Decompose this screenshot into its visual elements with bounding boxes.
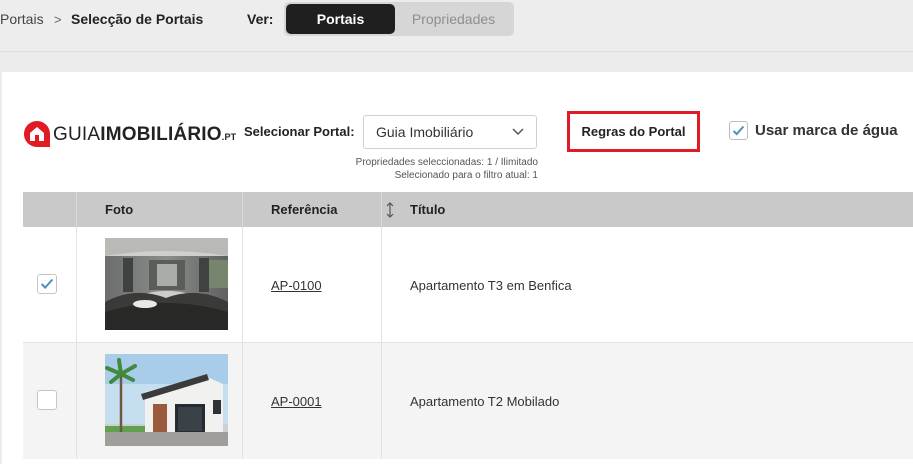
row-checkbox[interactable]: [37, 390, 57, 410]
table-row[interactable]: AP-0100 Apartamento T3 em Benfica: [23, 227, 913, 343]
column-divider: [381, 343, 382, 459]
property-reference-link[interactable]: AP-0001: [271, 394, 322, 409]
property-photo: [105, 354, 228, 446]
selection-stats: Propriedades seleccionadas: 1 / Ilimitad…: [356, 156, 538, 182]
property-title: Apartamento T3 em Benfica: [410, 278, 572, 293]
column-divider: [242, 343, 243, 459]
checkmark-icon: [40, 278, 54, 290]
header-divider: [242, 192, 243, 227]
sort-icon[interactable]: [385, 202, 395, 218]
property-photo: [105, 238, 228, 330]
living-room-photo: [105, 238, 228, 330]
property-reference-link[interactable]: AP-0100: [271, 278, 322, 293]
view-option-portais[interactable]: Portais: [286, 4, 395, 34]
house-pin-icon: [24, 121, 50, 147]
top-bar: Portais > Selecção de Portais Ver: Porta…: [0, 0, 913, 52]
watermark-label: Usar marca de água: [755, 122, 898, 139]
table-header: Foto Referência Título: [23, 192, 913, 227]
column-header-foto: Foto: [105, 202, 134, 217]
column-divider: [381, 227, 382, 342]
checkmark-icon: [732, 125, 745, 136]
filter-count-text: Selecionado para o filtro atual: 1: [394, 170, 538, 181]
column-header-titulo: Título: [410, 202, 446, 217]
view-option-propriedades[interactable]: Propriedades: [395, 4, 512, 34]
row-checkbox[interactable]: [37, 274, 57, 294]
breadcrumb-root-link[interactable]: Portais: [0, 11, 44, 27]
portal-select-label: Selecionar Portal:: [244, 124, 355, 139]
column-divider: [76, 343, 77, 459]
column-divider: [76, 227, 77, 342]
column-divider: [242, 227, 243, 342]
breadcrumb-separator: >: [54, 12, 62, 27]
selected-count-text: Propriedades seleccionadas: 1 / Ilimitad…: [355, 157, 538, 168]
logo-text: GUIAIMOBILIÁRIO.PT: [53, 123, 237, 145]
portal-rules-button[interactable]: Regras do Portal: [567, 111, 700, 152]
portal-select-value: Guia Imobiliário: [376, 124, 474, 140]
view-toggle: Portais Propriedades: [284, 2, 514, 36]
watermark-option[interactable]: Usar marca de água: [729, 121, 898, 140]
breadcrumb-current: Selecção de Portais: [71, 11, 204, 27]
header-divider: [76, 192, 77, 227]
house-exterior-photo: [105, 354, 228, 446]
watermark-checkbox[interactable]: [729, 121, 748, 140]
guia-imobiliario-logo: GUIAIMOBILIÁRIO.PT: [23, 119, 236, 149]
header-divider: [381, 192, 382, 227]
column-header-referencia[interactable]: Referência: [271, 202, 337, 217]
table-row[interactable]: AP-0001 Apartamento T2 Mobilado: [23, 343, 913, 459]
view-label: Ver:: [247, 11, 274, 27]
chevron-down-icon: [512, 128, 524, 136]
portal-select[interactable]: Guia Imobiliário: [363, 115, 537, 149]
property-title: Apartamento T2 Mobilado: [410, 394, 560, 409]
